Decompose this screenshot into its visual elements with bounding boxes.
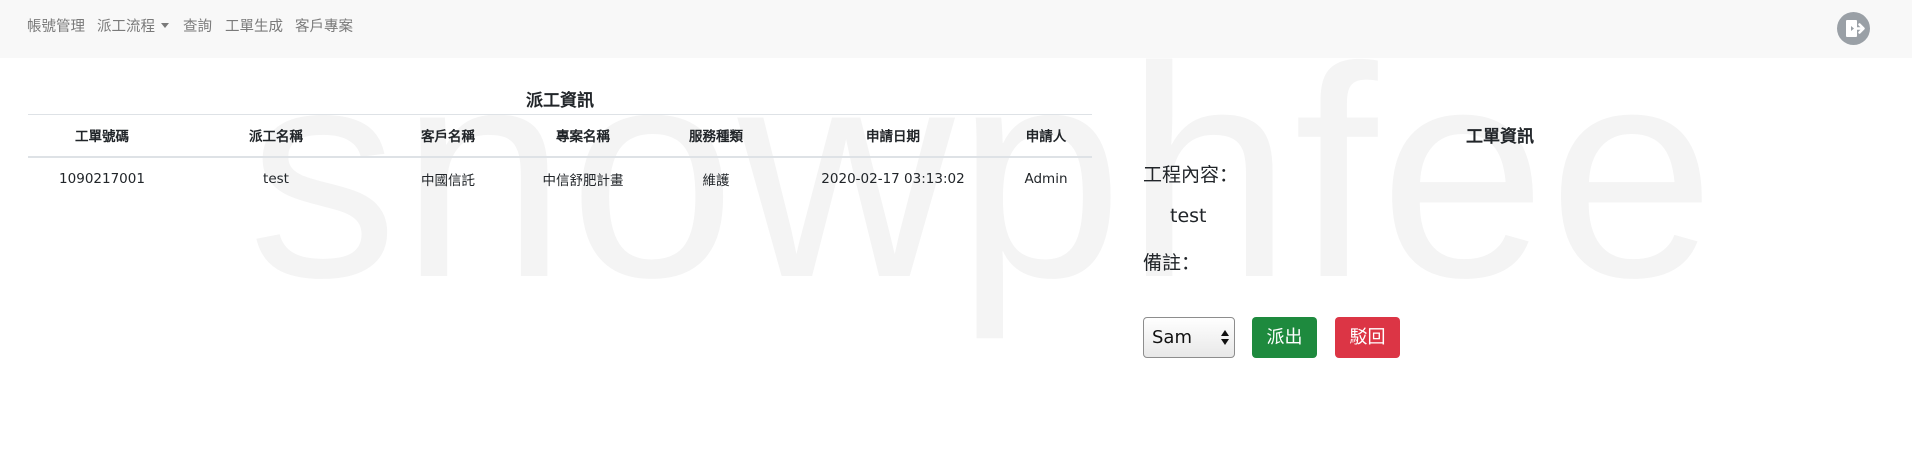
logout-icon[interactable] xyxy=(1837,12,1870,45)
cell-order-number: 1090217001 xyxy=(59,171,145,187)
cell-project-name: 中信舒肥計畫 xyxy=(542,173,624,189)
nav-dispatch-flow[interactable]: 派工流程 xyxy=(97,18,169,36)
dispatch-table-title: 派工資訊 xyxy=(526,91,594,111)
reject-button[interactable]: 駁回 xyxy=(1335,317,1400,358)
column-header-dispatch-name: 派工名稱 xyxy=(176,114,376,158)
cell-apply-date: 2020-02-17 03:13:02 xyxy=(821,171,965,187)
table-body: 1090217001 test 中國信託 中信舒肥計畫 維護 2020-02-17 03:… xyxy=(28,157,1092,201)
cell-service-type: 維護 xyxy=(702,173,730,189)
dispatch-table: 工單號碼 派工名稱 客戶名稱 專案名稱 服務種類 申請日期 申請人 1090217001 te… xyxy=(28,114,1092,201)
select-arrows-icon xyxy=(1221,330,1229,345)
column-header-service-type: 服務種類 xyxy=(646,114,786,158)
nav-dispatch-flow-label: 派工流程 xyxy=(97,19,155,35)
nav-work-order-generate[interactable]: 工單生成 xyxy=(225,18,283,36)
column-header-apply-date: 申請日期 xyxy=(786,114,1000,158)
nav-account-management[interactable]: 帳號管理 xyxy=(27,18,85,36)
content-label: 工程內容： xyxy=(1143,164,1239,186)
nav-query[interactable]: 查詢 xyxy=(183,18,212,36)
column-header-order-number: 工單號碼 xyxy=(28,114,176,158)
cell-dispatch-name: test xyxy=(263,171,289,187)
assignee-select[interactable]: Sam xyxy=(1143,317,1235,358)
column-header-customer-name: 客戶名稱 xyxy=(376,114,520,158)
work-order-title: 工單資訊 xyxy=(1466,127,1534,147)
column-header-project-name: 專案名稱 xyxy=(520,114,646,158)
cell-applicant: Admin xyxy=(1024,171,1068,187)
top-navbar: 帳號管理 派工流程 查詢 工單生成 客戶專案 xyxy=(0,0,1912,58)
table-header-row: 工單號碼 派工名稱 客戶名稱 專案名稱 服務種類 申請日期 申請人 xyxy=(28,114,1092,158)
nav-customer-projects[interactable]: 客戶專案 xyxy=(295,18,353,36)
dispatch-button[interactable]: 派出 xyxy=(1252,317,1317,358)
note-label: 備註： xyxy=(1143,252,1201,274)
cell-customer-name: 中國信託 xyxy=(421,173,475,189)
table-row[interactable]: 1090217001 test 中國信託 中信舒肥計畫 維護 2020-02-17 03:… xyxy=(28,157,1092,201)
caret-down-icon xyxy=(161,23,169,28)
column-header-applicant: 申請人 xyxy=(1000,114,1092,158)
assignee-select-value: Sam xyxy=(1152,327,1192,348)
content-value: test xyxy=(1170,205,1207,227)
